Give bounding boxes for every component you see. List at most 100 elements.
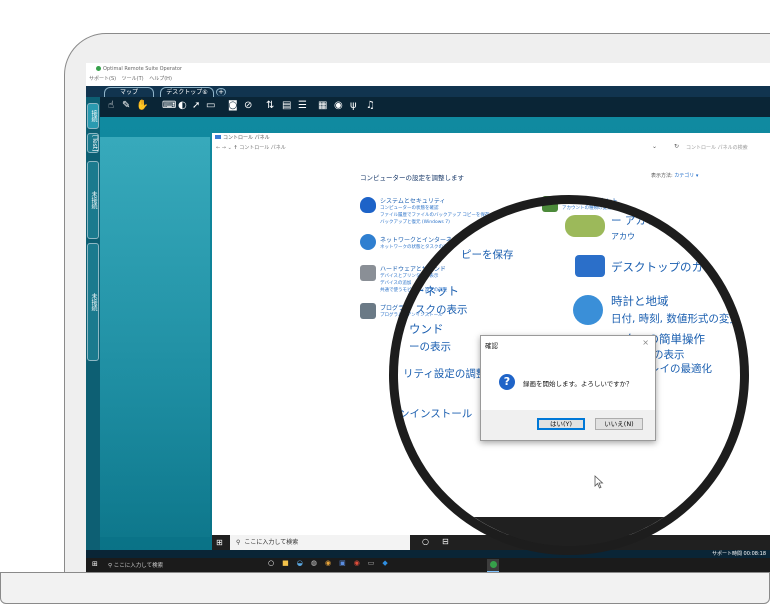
- local-taskbar-apps: ○■◒◍◉▣◉▭◆: [268, 559, 396, 567]
- up-icon[interactable]: ↑: [233, 145, 237, 151]
- terminal-icon[interactable]: ▣: [339, 559, 354, 567]
- address-dropdown-icon[interactable]: ⌄: [652, 143, 657, 150]
- cp-heading: コンピューターの設定を調整します: [360, 174, 464, 182]
- sidebar-tab-connected[interactable]: 接続: [87, 103, 99, 129]
- multi-monitor-icon[interactable]: ▤: [282, 100, 291, 112]
- mag-line-2: スクの表示: [415, 304, 468, 316]
- dialog-message: 録画を開始します。よろしいですか？: [523, 380, 633, 388]
- keyboard-icon[interactable]: ⌨: [162, 100, 176, 112]
- laptop-base: [0, 572, 770, 604]
- mag-line-3: ウンド: [409, 322, 444, 336]
- mag-line-5: リティ設定の調整: [403, 368, 487, 380]
- tab-map[interactable]: マップ: [104, 87, 154, 97]
- block-icon[interactable]: ⊘: [244, 100, 252, 112]
- local-start-icon[interactable]: ⊞: [92, 560, 98, 568]
- cp-view-mode: 表示方法: カテゴリ ▾: [651, 172, 698, 179]
- toolbar: ☝ ✎ ✋ ⌨ ◐ ➚ ▭ ◙ ⊘ ⇅ ▤ ☰ ▦ ◉ ψ ♫: [86, 97, 770, 117]
- view-select[interactable]: カテゴリ ▾: [674, 173, 698, 179]
- menu-support[interactable]: サポート(S): [89, 76, 116, 82]
- history-icon[interactable]: ⌄: [228, 145, 232, 151]
- forward-icon[interactable]: →: [222, 145, 226, 151]
- tray-temperature: 13°C: [695, 523, 713, 531]
- mag-desktop-icon: [575, 255, 605, 277]
- cp-title: コントロール パネル: [215, 134, 270, 141]
- sidebar-tab-disconnected-2[interactable]: 未接続: [87, 243, 99, 361]
- chat-icon[interactable]: ☰: [298, 100, 307, 112]
- file-transfer-icon[interactable]: ⇅: [266, 100, 274, 112]
- remote-search-box[interactable]: ⚲ ここに入力して検索: [230, 535, 410, 550]
- camera-icon[interactable]: ◉: [334, 100, 343, 112]
- question-icon: ?: [499, 374, 515, 390]
- shield-icon: [360, 197, 376, 213]
- mag-right-line-6: ー アカウント: [611, 215, 678, 227]
- mag-line-6: ンインストール: [399, 408, 473, 420]
- app-title-text: Optimal Remote Suite Operator: [103, 66, 182, 72]
- network-icon: [360, 234, 376, 250]
- control-panel-icon: [215, 135, 221, 139]
- remote-operator-taskbar-icon[interactable]: [487, 559, 499, 572]
- cmd-icon[interactable]: ▭: [368, 559, 383, 567]
- view-label: 表示方法:: [651, 173, 673, 179]
- confirm-dialog: 確認 × ? 録画を開始します。よろしいですか？ はい(Y) いいえ(N): [480, 335, 656, 441]
- refresh-icon[interactable]: ↻: [674, 143, 679, 150]
- mag-line-4: ーの表示: [409, 341, 451, 353]
- tab-add-button[interactable]: +: [216, 88, 226, 96]
- maps-icon[interactable]: ◍: [311, 559, 325, 567]
- remote-search-placeholder: ここに入力して検索: [244, 539, 299, 546]
- search-icon: ⚲: [236, 539, 241, 546]
- mag-right-line-0: デスクトップのカ: [611, 260, 703, 274]
- app-red-icon[interactable]: ◉: [354, 559, 368, 567]
- edge-icon[interactable]: ◒: [297, 559, 311, 567]
- local-taskbar: ⊞ ⚲ ここに入力して検索 ○■◒◍◉▣◉▭◆: [86, 558, 770, 572]
- mag-right-line-1: 時計と地域: [611, 294, 669, 308]
- record-video-icon[interactable]: ▦: [318, 100, 327, 112]
- status-strip: サポート時間 00:08:18: [86, 550, 770, 558]
- pen-icon[interactable]: ✎: [122, 100, 130, 112]
- app-title: Optimal Remote Suite Operator: [96, 66, 182, 72]
- breadcrumb[interactable]: コントロール パネル: [239, 145, 286, 151]
- mag-users-icon: [565, 215, 605, 237]
- sidebar-tab-test[interactable]: [Test]: [87, 133, 99, 153]
- local-search-box[interactable]: ⚲ ここに入力して検索: [108, 561, 163, 569]
- mag-right-line-5: レイの最適化: [649, 363, 712, 375]
- sidebar-tab-disconnected-1[interactable]: 未接続: [87, 161, 99, 239]
- screen-capture-icon[interactable]: ◙: [228, 100, 238, 112]
- cp-search-input[interactable]: コントロール パネルの検索: [686, 144, 748, 151]
- menu-bar: サポート(S) ツール(T) ヘルプ(H): [89, 75, 176, 82]
- dialog-title: 確認: [485, 342, 498, 350]
- support-time: サポート時間 00:08:18: [711, 551, 766, 557]
- explorer-icon[interactable]: ■: [282, 559, 297, 567]
- chrome-icon[interactable]: ◉: [325, 559, 339, 567]
- mouse-icon[interactable]: ◐: [178, 100, 187, 112]
- no-button[interactable]: いいえ(N): [595, 418, 643, 430]
- cp-address-bar: ← → ⌄ ↑ コントロール パネル: [216, 144, 766, 151]
- weather-icon: ☀: [681, 521, 690, 532]
- pointer-icon[interactable]: ☝: [108, 100, 114, 112]
- yes-button[interactable]: はい(Y): [537, 418, 585, 430]
- cp-title-text: コントロール パネル: [223, 135, 270, 141]
- mag-line-1: ーネット: [413, 284, 459, 298]
- mag-right-line-7: アカウ: [611, 232, 635, 241]
- local-search-placeholder: ここに入力して検索: [113, 563, 164, 569]
- mouse-cursor-icon: [594, 475, 604, 489]
- wallpaper-light: [100, 137, 210, 537]
- programs-icon: [360, 303, 376, 319]
- tab-desktop[interactable]: デスクトップ⑥: [160, 87, 214, 97]
- dialog-close-icon[interactable]: ×: [642, 338, 649, 347]
- windows-start-icon[interactable]: ⊞: [216, 538, 225, 547]
- task-view-icon[interactable]: ○: [268, 559, 282, 567]
- usb-icon[interactable]: ψ: [350, 100, 357, 112]
- printer-icon: [360, 265, 376, 281]
- back-icon[interactable]: ←: [216, 145, 220, 151]
- hand-icon[interactable]: ✋: [136, 100, 148, 112]
- vscode-icon[interactable]: ◆: [382, 559, 395, 567]
- mag-clock-icon: [573, 295, 603, 325]
- window-icon[interactable]: ▭: [206, 100, 215, 112]
- menu-tools[interactable]: ツール(T): [122, 76, 144, 82]
- mag-task-view-icon: ○: [419, 521, 429, 534]
- microphone-icon[interactable]: ♫: [366, 100, 375, 112]
- menu-help[interactable]: ヘルプ(H): [149, 76, 172, 82]
- dialog-footer: はい(Y) いいえ(N): [481, 410, 655, 440]
- arrow-icon[interactable]: ➚: [192, 100, 200, 112]
- app-logo-icon: [96, 66, 101, 71]
